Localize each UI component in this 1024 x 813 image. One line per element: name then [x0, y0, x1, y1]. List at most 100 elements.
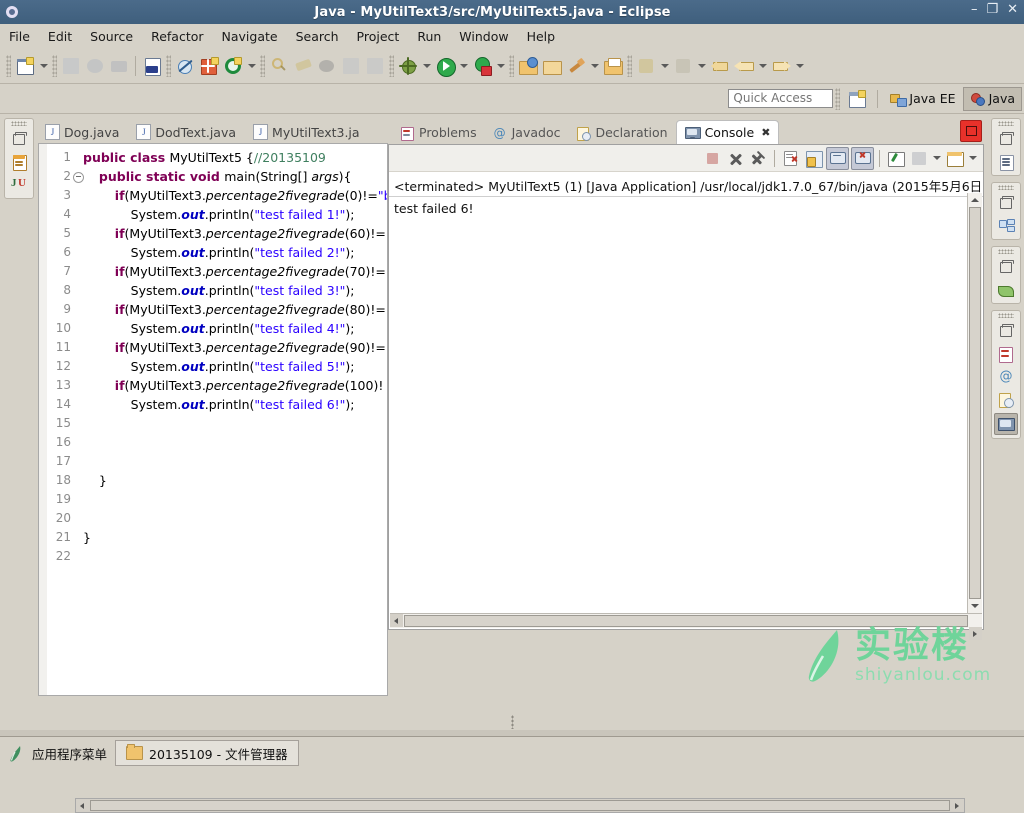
menu-item-edit[interactable]: Edit — [39, 26, 81, 47]
console-horizontal-scrollbar[interactable] — [390, 613, 982, 640]
save-icon[interactable] — [60, 55, 82, 77]
scroll-lock-icon[interactable] — [803, 148, 824, 169]
group-grip[interactable] — [998, 249, 1014, 254]
save-all-icon[interactable] — [84, 55, 106, 77]
toolbar-grip-6[interactable] — [509, 55, 514, 77]
menu-item-file[interactable]: File — [0, 26, 39, 47]
pin-console-icon[interactable] — [885, 148, 906, 169]
scroll-left-arrow-icon[interactable] — [76, 799, 89, 812]
code-line[interactable]: 16 — [39, 433, 387, 452]
open-perspective-icon[interactable] — [846, 88, 868, 110]
outline-icon[interactable] — [995, 152, 1017, 172]
menu-item-window[interactable]: Window — [450, 26, 517, 47]
menu-item-project[interactable]: Project — [348, 26, 409, 47]
tab-declaration[interactable]: Declaration — [568, 121, 675, 144]
coverage-icon[interactable] — [316, 55, 338, 77]
problems-icon[interactable] — [995, 344, 1017, 364]
perspective-java[interactable]: Java — [962, 86, 1022, 111]
scroll-right-arrow-icon[interactable] — [951, 799, 964, 812]
editor-tab-dog[interactable]: Dog.java — [38, 121, 129, 143]
clear-console-icon[interactable] — [780, 148, 801, 169]
new-dropdown-arrow[interactable] — [38, 55, 49, 77]
group-grip[interactable] — [998, 313, 1014, 318]
minimize-button[interactable]: – — [971, 3, 978, 17]
group-grip[interactable] — [11, 121, 27, 126]
previous-annotation-arrow[interactable] — [696, 55, 707, 77]
restore-icon[interactable] — [995, 129, 1017, 149]
quick-access-grip[interactable] — [835, 87, 841, 110]
toolbar-grip-2[interactable] — [52, 55, 57, 77]
junit-icon[interactable]: J U — [8, 175, 30, 195]
code-editor[interactable]: 1 public class MyUtilText5 {//20135109 2 p… — [38, 143, 388, 696]
new-package-icon[interactable] — [541, 55, 563, 77]
run-arrow[interactable] — [458, 55, 469, 77]
open-type-icon[interactable] — [340, 55, 362, 77]
restore-icon[interactable] — [995, 321, 1017, 341]
code-line[interactable]: 19 — [39, 490, 387, 509]
console-vertical-scrollbar[interactable] — [967, 193, 982, 613]
print-icon[interactable] — [108, 55, 130, 77]
toolbar-grip-4[interactable] — [260, 55, 265, 77]
run-last-tool-icon[interactable] — [222, 55, 244, 77]
scroll-left-arrow-icon[interactable] — [390, 614, 403, 627]
run-icon[interactable] — [434, 55, 456, 77]
code-line[interactable]: 10 System.out.println("test failed 4!"); — [39, 319, 387, 338]
tab-console[interactable]: Console ✖ — [675, 120, 780, 144]
code-line[interactable]: 2 public static void main(String[] args)… — [39, 167, 387, 186]
remove-all-launches-icon[interactable] — [748, 148, 769, 169]
new-class-icon[interactable] — [565, 55, 587, 77]
code-line[interactable]: 21} — [39, 528, 387, 547]
menu-item-refactor[interactable]: Refactor — [142, 26, 212, 47]
show-console-on-output-icon[interactable] — [826, 146, 849, 170]
code-line[interactable]: 3 if(MyUtilText3.percentage2fivegrade(0)… — [39, 186, 387, 205]
toggle-numeric-icon[interactable] — [141, 55, 163, 77]
next-annotation-icon[interactable] — [635, 55, 657, 77]
scroll-down-arrow-icon[interactable] — [968, 600, 981, 613]
next-annotation-arrow[interactable] — [659, 55, 670, 77]
code-line[interactable]: 1 public class MyUtilText5 {//20135109 — [39, 148, 387, 167]
new-class-arrow[interactable] — [589, 55, 600, 77]
perspective-java-ee[interactable]: Java EE — [883, 87, 962, 111]
group-grip[interactable] — [998, 185, 1014, 190]
code-line[interactable]: 8 System.out.println("test failed 3!"); — [39, 281, 387, 300]
code-line[interactable]: 9 if(MyUtilText3.percentage2fivegrade(80… — [39, 300, 387, 319]
display-selected-console-arrow[interactable] — [931, 147, 942, 169]
forward-arrow[interactable] — [794, 55, 805, 77]
menu-item-navigate[interactable]: Navigate — [213, 26, 287, 47]
close-button[interactable]: ✕ — [1007, 3, 1018, 17]
sash-grip[interactable] — [510, 715, 514, 729]
menu-item-help[interactable]: Help — [518, 26, 565, 47]
code-line[interactable]: 11 if(MyUtilText3.percentage2fivegrade(9… — [39, 338, 387, 357]
console-icon[interactable] — [994, 413, 1018, 435]
toolbar-grip-3[interactable] — [166, 55, 171, 77]
skip-breakpoints-icon[interactable] — [174, 55, 196, 77]
external-tools-icon[interactable] — [471, 55, 493, 77]
restore-icon[interactable] — [995, 193, 1017, 213]
console-vscroll-thumb[interactable] — [969, 207, 981, 599]
back-arrow[interactable] — [757, 55, 768, 77]
external-tools-arrow[interactable] — [495, 55, 506, 77]
code-line[interactable]: 12 System.out.println("test failed 5!"); — [39, 357, 387, 376]
package-explorer-icon[interactable] — [8, 152, 30, 172]
tab-javadoc[interactable]: @ Javadoc — [485, 121, 569, 144]
maximize-button[interactable]: ❐ — [986, 3, 998, 17]
code-line[interactable]: 6 System.out.println("test failed 2!"); — [39, 243, 387, 262]
previous-annotation-icon[interactable] — [672, 55, 694, 77]
javadoc-icon[interactable]: @ — [995, 367, 1017, 387]
back-icon[interactable] — [733, 55, 755, 77]
new-wizard-icon[interactable] — [14, 55, 36, 77]
menu-item-search[interactable]: Search — [287, 26, 348, 47]
editor-tab-dodtext[interactable]: DodText.java — [129, 121, 246, 143]
open-console-arrow[interactable] — [967, 147, 978, 169]
remove-launch-icon[interactable] — [725, 148, 746, 169]
last-edit-location-icon[interactable] — [709, 55, 731, 77]
quick-access-input[interactable] — [728, 89, 834, 108]
code-line[interactable]: 13 if(MyUtilText3.percentage2fivegrade(1… — [39, 376, 387, 395]
bottom-sash[interactable] — [0, 714, 1024, 730]
menu-item-source[interactable]: Source — [81, 26, 142, 47]
editor-hscroll-thumb[interactable] — [90, 800, 950, 811]
annotation-icon[interactable] — [292, 55, 314, 77]
toolbar-grip-5[interactable] — [389, 55, 394, 77]
debug-arrow[interactable] — [421, 55, 432, 77]
search-icon[interactable] — [268, 55, 290, 77]
